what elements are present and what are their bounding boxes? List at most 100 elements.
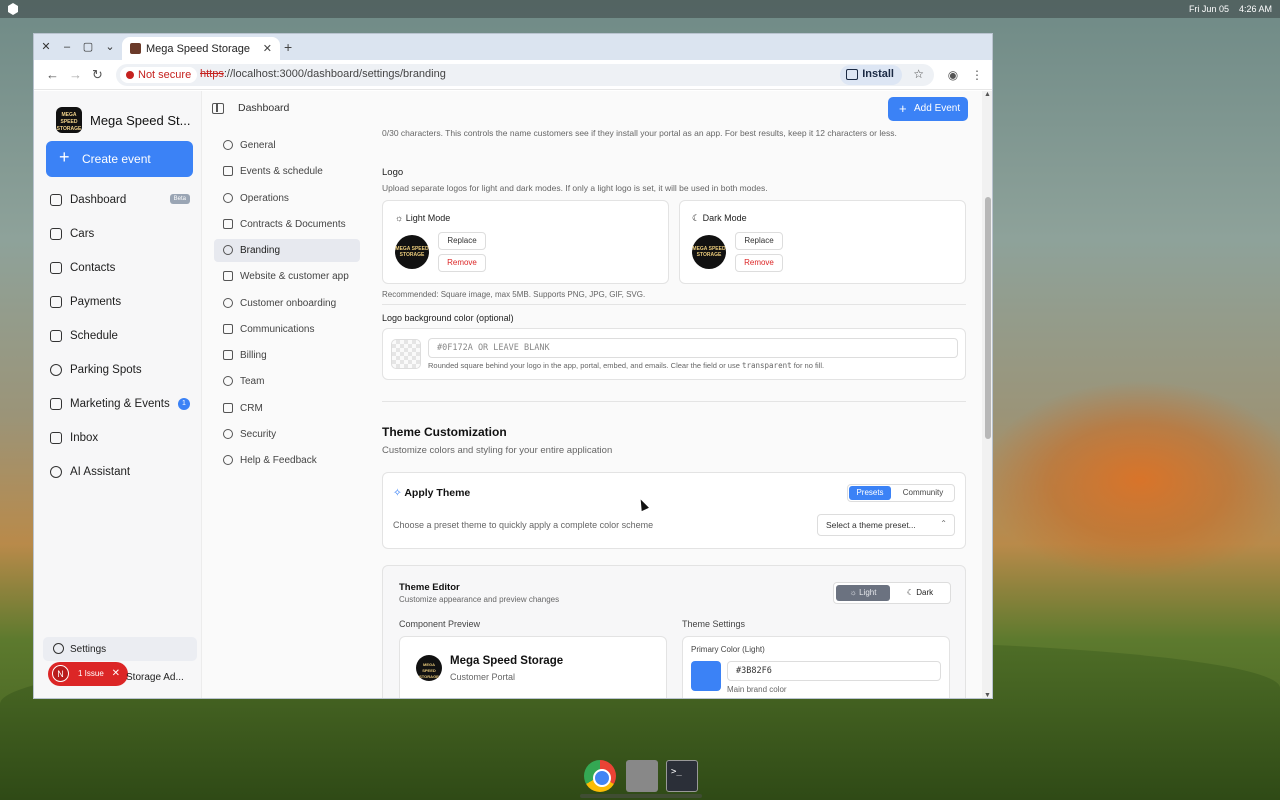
help-icon <box>223 455 233 465</box>
branding-content: 0/30 characters. This controls the name … <box>382 91 968 698</box>
car-icon <box>50 228 62 240</box>
subnav-help[interactable]: Help & Feedback <box>214 449 360 472</box>
security-chip[interactable]: Not secure <box>120 67 198 83</box>
window-close-icon[interactable]: ✕ <box>38 39 54 55</box>
os-logo-icon[interactable] <box>7 3 19 15</box>
issues-badge[interactable]: N 1 Issue ✕ <box>48 662 128 686</box>
replace-light-button[interactable]: Replace <box>438 232 486 250</box>
color-swatch[interactable] <box>391 339 421 369</box>
replace-dark-button[interactable]: Replace <box>735 232 783 250</box>
tab-title: Mega Speed Storage <box>146 43 250 55</box>
divider <box>382 401 966 402</box>
subnav-operations[interactable]: Operations <box>214 187 360 210</box>
app-sidebar: MEGA SPEED STORAGE Mega Speed St... + Cre… <box>34 91 202 698</box>
subnav-team[interactable]: Team <box>214 370 360 393</box>
subnav-branding[interactable]: Branding <box>214 239 360 262</box>
menu-kebab-icon[interactable]: ⋮ <box>970 68 984 82</box>
sidebar-settings[interactable]: Settings <box>43 637 197 661</box>
favicon-icon <box>130 43 141 54</box>
scroll-down-icon[interactable]: ▼ <box>984 692 991 698</box>
community-tab[interactable]: Community <box>894 486 952 500</box>
primary-color-label: Primary Color (Light) <box>691 645 765 654</box>
address-bar[interactable]: Not secure https://localhost:3000/dashbo… <box>116 64 934 86</box>
theme-preset-select[interactable]: Select a theme preset... ⌃ <box>817 514 955 536</box>
chevron-updown-icon: ⌃ <box>940 519 947 528</box>
install-label: Install <box>862 68 894 80</box>
primary-color-input[interactable]: #3B82F6 <box>727 661 941 681</box>
profile-icon[interactable]: ◉ <box>946 68 960 82</box>
forward-icon[interactable]: → <box>69 67 82 82</box>
bookmark-star-icon[interactable]: ☆ <box>913 67 924 81</box>
avatar: N <box>52 665 69 682</box>
account-name[interactable]: Storage Ad... <box>126 672 184 683</box>
breadcrumb[interactable]: Dashboard <box>238 102 289 114</box>
sidebar-item-payments[interactable]: Payments <box>48 291 194 315</box>
sidebar-item-label: Dashboard <box>70 194 127 206</box>
light-mode-button[interactable]: ☼ Light <box>836 585 890 601</box>
sidebar-item-cars[interactable]: Cars <box>48 223 194 247</box>
dark-label: Dark <box>916 588 934 597</box>
chrome-icon[interactable] <box>584 760 616 792</box>
dark-mode-button[interactable]: ☾ Dark <box>892 585 948 601</box>
sidebar-toggle-icon[interactable] <box>212 103 224 114</box>
remove-light-button[interactable]: Remove <box>438 254 486 272</box>
tab-strip: ✕ – ▢ ⌄ Mega Speed Storage ✕ + <box>34 34 992 60</box>
taskbar-dock: >_ <box>580 756 702 798</box>
sidebar-item-contacts[interactable]: Contacts <box>48 257 194 281</box>
close-icon[interactable]: ✕ <box>112 668 120 679</box>
reload-icon[interactable]: ↻ <box>92 67 103 83</box>
install-button[interactable]: Install <box>840 65 902 85</box>
primary-color-swatch[interactable] <box>691 661 721 691</box>
sidebar-item-marketing-events[interactable]: Marketing & Events 1 <box>48 393 194 417</box>
browser-tab[interactable]: Mega Speed Storage ✕ <box>122 37 280 60</box>
sidebar-item-schedule[interactable]: Schedule <box>48 325 194 349</box>
sun-icon: ☼ <box>849 588 860 597</box>
subnav-communications[interactable]: Communications <box>214 318 360 341</box>
sidebar-item-inbox[interactable]: Inbox <box>48 427 194 451</box>
sidebar-item-dashboard[interactable]: Dashboard Beta <box>48 189 194 213</box>
sidebar-item-label: Marketing & Events <box>70 398 170 410</box>
tab-search-icon[interactable]: ⌄ <box>102 39 118 55</box>
component-preview-label: Component Preview <box>399 619 481 629</box>
page-scrollbar[interactable]: ▲ ▼ <box>982 91 992 698</box>
sidebar-item-label: Parking Spots <box>70 364 142 376</box>
window-minimize-icon[interactable]: – <box>59 39 75 55</box>
apply-theme-title: ✧ Apply Theme <box>393 487 470 499</box>
create-event-button[interactable]: + Create event <box>46 141 193 177</box>
browser-toolbar: ← → ↻ Not secure https://localhost:3000/… <box>34 60 992 90</box>
logo-title: Logo <box>382 167 404 178</box>
presets-tab[interactable]: Presets <box>849 486 891 500</box>
logo-description: Upload separate logos for light and dark… <box>382 183 768 193</box>
beta-badge: Beta <box>169 194 190 204</box>
new-tab-icon[interactable]: + <box>284 39 292 55</box>
logo-bg-input[interactable]: #0F172A OR LEAVE BLANK <box>428 338 958 358</box>
sidebar-item-parking-spots[interactable]: Parking Spots <box>48 359 194 383</box>
dark-mode-text: Dark Mode <box>702 213 747 223</box>
browser-window: ✕ – ▢ ⌄ Mega Speed Storage ✕ + ← → ↻ Not… <box>33 33 993 699</box>
subnav-events-schedule[interactable]: Events & schedule <box>214 160 360 183</box>
credit-card-icon <box>223 350 233 360</box>
brand[interactable]: MEGA SPEED STORAGE Mega Speed St... <box>56 106 196 134</box>
scrollbar-thumb[interactable] <box>985 197 991 439</box>
background-glow <box>980 380 1280 580</box>
window-maximize-icon[interactable]: ▢ <box>80 39 96 55</box>
sidebar-item-ai-assistant[interactable]: AI Assistant <box>48 461 194 485</box>
back-icon[interactable]: ← <box>46 67 59 82</box>
scroll-up-icon[interactable]: ▲ <box>984 91 991 98</box>
theme-editor-description: Customize appearance and preview changes <box>399 595 560 604</box>
calendar-icon <box>223 166 233 176</box>
users-icon <box>50 262 62 274</box>
help-code: transparent <box>741 361 792 370</box>
tab-close-icon[interactable]: ✕ <box>263 42 272 55</box>
subnav-crm[interactable]: CRM <box>214 397 360 420</box>
subnav-billing[interactable]: Billing <box>214 344 360 367</box>
files-icon[interactable] <box>626 760 658 792</box>
subnav-general[interactable]: General <box>214 134 360 157</box>
subnav-security[interactable]: Security <box>214 423 360 446</box>
remove-dark-button[interactable]: Remove <box>735 254 783 272</box>
subnav-onboarding[interactable]: Customer onboarding <box>214 292 360 315</box>
subnav-contracts[interactable]: Contracts & Documents <box>214 213 360 236</box>
subnav-website[interactable]: Website & customer app <box>214 265 360 288</box>
terminal-icon[interactable]: >_ <box>666 760 698 792</box>
help-text-end: for no fill. <box>791 361 825 370</box>
